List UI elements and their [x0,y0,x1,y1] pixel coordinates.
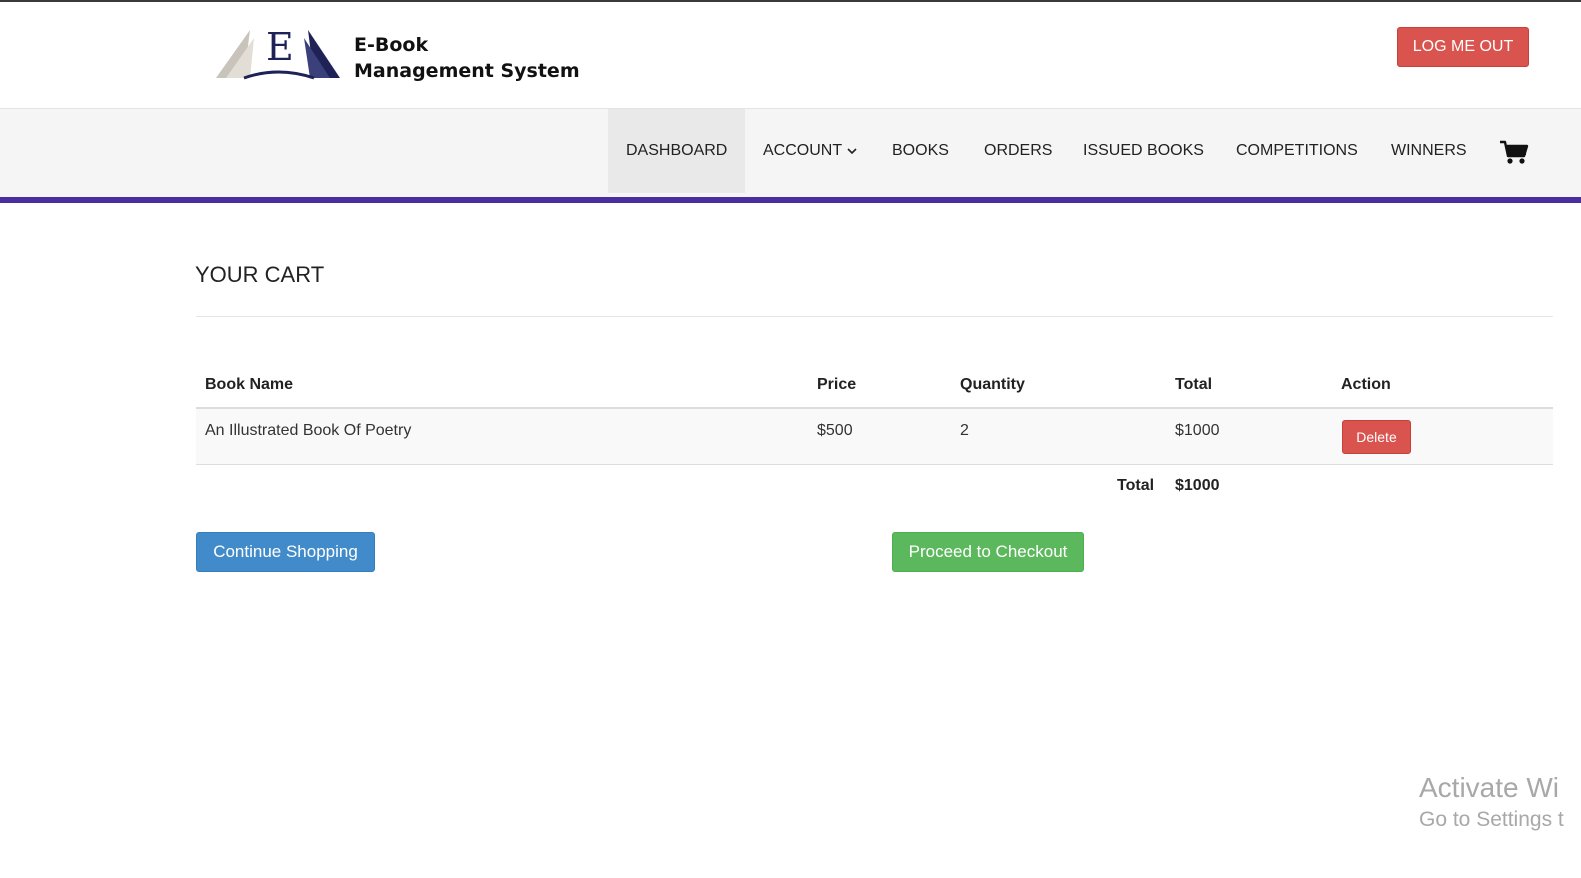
site-header: E E-Book Management System LOG ME OUT [0,2,1581,108]
nav-item-issued-books[interactable]: ISSUED BOOKS [1065,109,1222,193]
nav-item-books[interactable]: BOOKS [874,109,967,193]
logout-button[interactable]: LOG ME OUT [1397,27,1529,67]
nav-item-dashboard[interactable]: DASHBOARD [608,109,745,193]
delete-button[interactable]: Delete [1342,420,1411,454]
cell-price: $500 [817,422,853,439]
title-divider [196,316,1553,317]
logo-line-1: E-Book [354,34,429,56]
nav-item-label: WINNERS [1391,142,1467,159]
grand-total-label: Total [1117,477,1155,494]
nav-item-orders[interactable]: ORDERS [966,109,1070,193]
nav-item-label: ORDERS [984,142,1053,159]
chevron-down-icon [847,148,857,155]
continue-shopping-button[interactable]: Continue Shopping [196,532,375,572]
cell-quantity: 2 [960,422,969,439]
column-header-total: Total [1175,376,1213,393]
page-title: YOUR CART [195,262,325,287]
column-header-quantity: Quantity [960,376,1025,393]
nav-item-winners[interactable]: WINNERS [1373,109,1485,193]
logo-letter: E [266,25,294,69]
navbar-accent-bar [0,197,1581,203]
nav-item-label: COMPETITIONS [1236,142,1358,159]
column-header-action: Action [1341,376,1391,393]
logo-text: E-Book Management System [354,32,580,84]
nav-item-account[interactable]: ACCOUNT [745,109,875,193]
cell-total: $1000 [1175,422,1220,439]
cart-icon[interactable] [1499,139,1529,165]
activation-watermark: Activate Wi Go to Settings t [1419,770,1564,834]
logo-line-2: Management System [354,60,580,82]
nav-item-competitions[interactable]: COMPETITIONS [1218,109,1376,193]
nav-item-label: ACCOUNT [763,142,843,159]
nav-item-label: ISSUED BOOKS [1083,142,1204,159]
nav-item-label: DASHBOARD [626,142,728,159]
watermark-line-2: Go to Settings t [1419,808,1564,831]
main-navbar: DASHBOARD ACCOUNT BOOKS ORDERS ISSUED BO… [0,108,1581,198]
nav-item-label: BOOKS [892,142,949,159]
proceed-to-checkout-button[interactable]: Proceed to Checkout [892,532,1084,572]
watermark-line-1: Activate Wi [1419,772,1560,803]
cell-book-name: An Illustrated Book Of Poetry [205,422,412,439]
open-book-logo-icon: E [216,25,340,80]
site-logo[interactable]: E E-Book Management System [214,22,594,84]
column-header-book-name: Book Name [205,376,294,393]
grand-total-value: $1000 [1175,477,1220,494]
column-header-price: Price [817,376,857,393]
